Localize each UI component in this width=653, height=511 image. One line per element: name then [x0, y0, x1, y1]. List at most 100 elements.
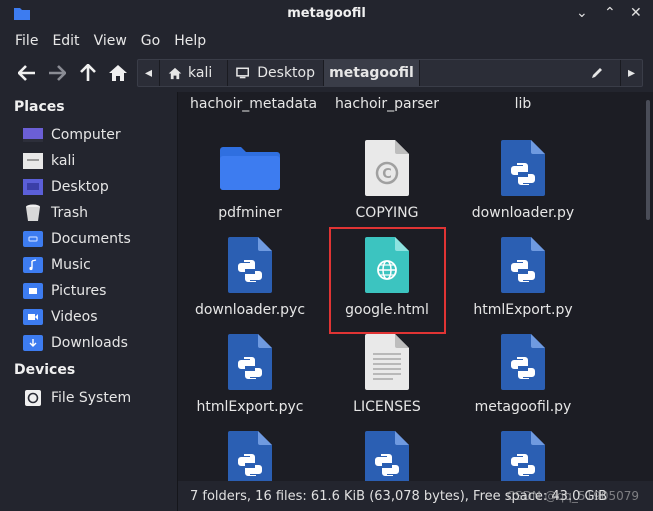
desktop-folder-icon — [22, 179, 44, 195]
folder-icon — [220, 147, 280, 190]
file-name: pdfminer — [218, 205, 282, 221]
file-name: metagoofil.py — [474, 399, 572, 415]
sidebar-item-music[interactable]: Music — [22, 253, 91, 277]
downloads-folder-icon — [22, 335, 44, 351]
file-name: lib — [514, 96, 532, 112]
sidebar-item-kali[interactable]: kali — [22, 149, 75, 173]
maximize-button[interactable]: ⌃ — [604, 5, 616, 21]
python-file-icon — [228, 431, 272, 481]
minimize-button[interactable]: ⌄ — [576, 5, 588, 21]
edit-path-button[interactable] — [590, 65, 604, 84]
watermark: CSDN @qq_51905079 — [506, 489, 639, 503]
home-button[interactable] — [107, 62, 129, 84]
crumb-label: kali — [188, 65, 213, 81]
menu-help[interactable]: Help — [167, 33, 213, 49]
file-item-downloader-py[interactable]: downloader.py — [463, 140, 583, 236]
file-item-lib[interactable]: lib — [463, 92, 583, 122]
file-name: LICENSES — [353, 399, 421, 415]
forward-button[interactable] — [46, 62, 68, 84]
file-view: hachoir_metadata hachoir_parser lib pdfm… — [178, 92, 653, 481]
file-item-downloader-pyc[interactable]: downloader.pyc — [190, 237, 310, 333]
file-item-copying[interactable]: C COPYING — [327, 140, 447, 236]
sidebar-item-desktop[interactable]: Desktop — [22, 175, 109, 199]
file-name: hachoir_metadata — [190, 96, 318, 112]
python-file-icon — [501, 431, 545, 481]
crumb-label: metagoofil — [329, 65, 414, 81]
chevron-left-icon: ◂ — [144, 65, 153, 81]
arrow-right-icon — [49, 65, 66, 81]
sidebar-item-computer[interactable]: Computer — [22, 123, 121, 147]
file-item[interactable] — [463, 431, 583, 481]
sidebar-item-label: Pictures — [51, 283, 107, 299]
crumb-kali[interactable]: kali — [160, 60, 228, 86]
devices-heading: Devices — [14, 362, 76, 378]
sidebar-item-label: Computer — [51, 127, 121, 143]
back-button[interactable] — [16, 62, 38, 84]
file-item-metagoofil-py[interactable]: metagoofil.py — [463, 334, 583, 430]
python-file-icon — [501, 237, 545, 293]
places-heading: Places — [14, 99, 65, 115]
text-file-icon — [365, 334, 409, 390]
python-file-icon — [228, 237, 272, 293]
path-scroll-left-button[interactable]: ◂ — [138, 60, 160, 86]
file-item[interactable] — [327, 431, 447, 481]
file-item-htmlexport-pyc[interactable]: htmlExport.pyc — [190, 334, 310, 430]
trash-icon — [22, 204, 44, 221]
up-button[interactable] — [77, 62, 99, 84]
music-folder-icon — [22, 257, 44, 273]
home-folder-icon — [22, 153, 44, 169]
sidebar-item-label: Trash — [51, 205, 88, 221]
path-scroll-right-button[interactable]: ▸ — [620, 60, 642, 86]
menu-edit[interactable]: Edit — [45, 33, 86, 49]
menu-file[interactable]: File — [8, 33, 45, 49]
computer-icon — [22, 127, 44, 143]
file-name: downloader.py — [471, 205, 575, 221]
chevron-right-icon: ▸ — [627, 65, 636, 81]
crumb-metagoofil[interactable]: metagoofil — [324, 60, 420, 86]
file-name: htmlExport.pyc — [196, 399, 304, 415]
sidebar-item-label: Downloads — [51, 335, 128, 351]
sidebar-item-trash[interactable]: Trash — [22, 201, 88, 225]
python-file-icon — [365, 431, 409, 481]
file-item[interactable] — [190, 431, 310, 481]
menu-go[interactable]: Go — [134, 33, 167, 49]
copyright-file-icon: C — [365, 140, 409, 196]
menu-view[interactable]: View — [87, 33, 134, 49]
file-name: hachoir_parser — [334, 96, 440, 112]
sidebar-item-videos[interactable]: Videos — [22, 305, 98, 329]
pictures-folder-icon — [22, 283, 44, 299]
drive-icon — [22, 390, 44, 406]
close-button[interactable]: ✕ — [630, 5, 642, 21]
sidebar-item-label: Music — [51, 257, 91, 273]
file-name: COPYING — [355, 205, 419, 221]
arrow-up-icon — [80, 64, 96, 81]
sidebar-item-label: Documents — [51, 231, 131, 247]
python-file-icon — [501, 334, 545, 390]
documents-folder-icon — [22, 231, 44, 247]
desktop-icon — [236, 67, 250, 79]
scrollbar[interactable] — [646, 100, 650, 220]
menu-bar: File Edit View Go Help — [0, 28, 653, 54]
sidebar-item-file-system[interactable]: File System — [22, 386, 131, 410]
videos-folder-icon — [22, 309, 44, 325]
highlight-box — [329, 227, 446, 334]
path-bar: ◂ kali Desktop metagoofil ▸ — [137, 59, 643, 87]
title-bar: metagoofil ⌄ ⌃ ✕ — [0, 0, 653, 28]
file-item-licenses[interactable]: LICENSES — [327, 334, 447, 430]
pencil-icon — [592, 68, 602, 78]
file-item-hachoir-metadata[interactable]: hachoir_metadata — [190, 92, 318, 122]
sidebar-item-documents[interactable]: Documents — [22, 227, 131, 251]
python-file-icon — [501, 140, 545, 196]
sidebar: Places Computer kali Desktop Trash Docum… — [0, 92, 177, 511]
file-item-htmlexport-py[interactable]: htmlExport.py — [463, 237, 583, 333]
crumb-desktop[interactable]: Desktop — [228, 60, 324, 86]
crumb-label: Desktop — [257, 65, 315, 81]
python-file-icon — [228, 334, 272, 390]
home-icon — [168, 67, 182, 79]
sidebar-item-label: kali — [51, 153, 76, 169]
file-item-hachoir-parser[interactable]: hachoir_parser — [327, 92, 447, 122]
sidebar-item-downloads[interactable]: Downloads — [22, 331, 128, 355]
sidebar-item-label: Desktop — [51, 179, 109, 195]
sidebar-item-pictures[interactable]: Pictures — [22, 279, 106, 303]
file-item-pdfminer[interactable]: pdfminer — [190, 140, 310, 236]
